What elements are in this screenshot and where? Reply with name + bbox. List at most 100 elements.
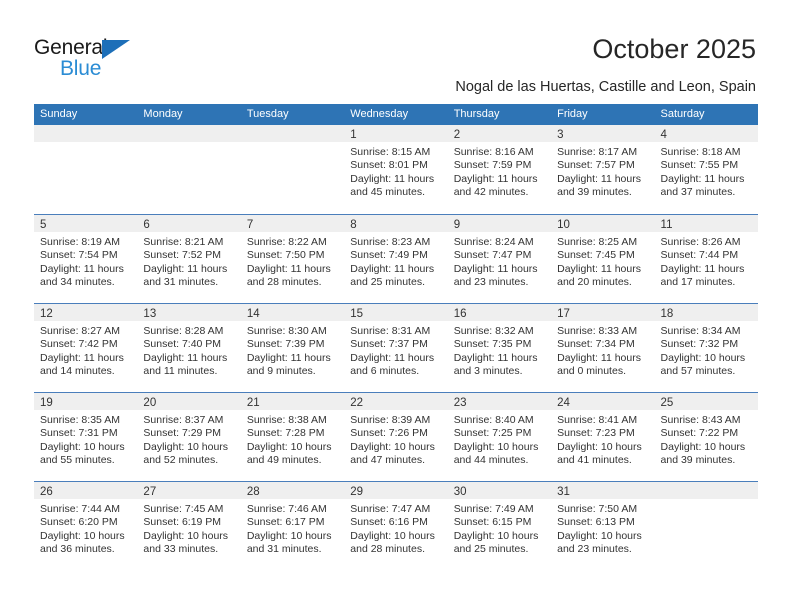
calendar-day-cell[interactable]: 11 Sunrise: 8:26 AM Sunset: 7:44 PM Dayligh… — [654, 215, 758, 303]
day-detail-line: Daylight: 11 hours — [40, 351, 124, 364]
day-number: 30 — [453, 486, 467, 498]
day-number-band: 31 — [551, 482, 655, 499]
day-detail-line: and 20 minutes. — [557, 276, 632, 289]
day-number: 15 — [350, 308, 364, 320]
calendar-day-cell[interactable]: 9 Sunrise: 8:24 AM Sunset: 7:47 PM Daylight… — [447, 215, 552, 303]
day-detail-line: and 28 minutes. — [350, 543, 425, 556]
calendar-day-cell[interactable]: 1 Sunrise: 8:15 AM Sunset: 8:01 PM Daylight… — [344, 125, 448, 214]
day-number: 6 — [143, 219, 150, 231]
day-details — [34, 142, 137, 146]
day-number-band: 3 — [551, 125, 655, 142]
calendar-day-cell[interactable]: 30 Sunrise: 7:49 AM Sunset: 6:15 PM Dayligh… — [447, 482, 552, 570]
day-detail-line: and 41 minutes. — [557, 454, 632, 467]
weekday-header-monday: Monday — [143, 108, 183, 120]
day-detail-line: Daylight: 10 hours — [40, 529, 125, 542]
day-detail-line: Sunrise: 8:22 AM — [246, 236, 327, 248]
day-details: Sunrise: 8:33 AM Sunset: 7:34 PM Daylight:… — [551, 321, 654, 379]
calendar-day-cell[interactable]: 29 Sunrise: 7:47 AM Sunset: 6:16 PM Dayligh… — [344, 482, 448, 570]
day-number: 16 — [453, 308, 467, 320]
day-detail-line: Sunset: 7:55 PM — [660, 159, 739, 172]
calendar-day-cell[interactable]: 15 Sunrise: 8:31 AM Sunset: 7:37 PM Dayligh… — [344, 304, 448, 392]
day-number: 28 — [246, 486, 260, 498]
calendar-day-cell[interactable]: 14 Sunrise: 8:30 AM Sunset: 7:39 PM Dayligh… — [240, 304, 345, 392]
day-detail-line: Sunset: 7:42 PM — [40, 338, 118, 351]
calendar-day-cell-empty — [240, 125, 345, 214]
day-details: Sunrise: 8:28 AM Sunset: 7:40 PM Daylight:… — [137, 321, 240, 379]
day-detail-line: Sunrise: 8:41 AM — [557, 414, 638, 426]
calendar-day-cell[interactable]: 5 Sunrise: 8:19 AM Sunset: 7:54 PM Daylight… — [34, 215, 138, 303]
day-detail-line: and 11 minutes. — [143, 365, 218, 378]
day-detail-line: Sunset: 7:22 PM — [660, 427, 739, 440]
day-detail-line: Daylight: 11 hours — [246, 262, 331, 275]
day-detail-line: and 39 minutes. — [660, 454, 736, 467]
weekday-header-wednesday: Wednesday — [350, 108, 409, 120]
day-number-band: 25 — [654, 393, 758, 410]
calendar-day-cell[interactable]: 17 Sunrise: 8:33 AM Sunset: 7:34 PM Dayligh… — [551, 304, 655, 392]
calendar-day-cell[interactable]: 6 Sunrise: 8:21 AM Sunset: 7:52 PM Daylight… — [137, 215, 241, 303]
day-number-band: 24 — [551, 393, 655, 410]
calendar-day-cell[interactable]: 27 Sunrise: 7:45 AM Sunset: 6:19 PM Dayligh… — [137, 482, 241, 570]
day-number-band: 7 — [240, 215, 345, 232]
day-detail-line: Sunrise: 8:24 AM — [453, 236, 534, 248]
day-detail-line: Sunset: 7:40 PM — [143, 338, 222, 351]
day-number-band: 5 — [34, 215, 138, 232]
calendar-day-cell[interactable]: 23 Sunrise: 8:40 AM Sunset: 7:25 PM Dayligh… — [447, 393, 552, 481]
calendar-day-cell[interactable]: 3 Sunrise: 8:17 AM Sunset: 7:57 PM Daylight… — [551, 125, 655, 214]
weekday-header-sunday: Sunday — [40, 108, 78, 120]
calendar-day-cell[interactable]: 16 Sunrise: 8:32 AM Sunset: 7:35 PM Dayligh… — [447, 304, 552, 392]
day-detail-line: Daylight: 10 hours — [350, 529, 435, 542]
day-details: Sunrise: 8:21 AM Sunset: 7:52 PM Daylight:… — [137, 232, 240, 290]
calendar-day-cell[interactable]: 10 Sunrise: 8:25 AM Sunset: 7:45 PM Dayligh… — [551, 215, 655, 303]
calendar-day-cell[interactable]: 4 Sunrise: 8:18 AM Sunset: 7:55 PM Daylight… — [654, 125, 758, 214]
calendar-day-cell[interactable]: 25 Sunrise: 8:43 AM Sunset: 7:22 PM Dayligh… — [654, 393, 758, 481]
calendar-day-cell[interactable]: 19 Sunrise: 8:35 AM Sunset: 7:31 PM Dayligh… — [34, 393, 138, 481]
calendar-day-cell[interactable]: 18 Sunrise: 8:34 AM Sunset: 7:32 PM Dayligh… — [654, 304, 758, 392]
calendar-page: General Blue October 2025 Nogal de las H… — [0, 0, 792, 612]
calendar-day-cell[interactable]: 21 Sunrise: 8:38 AM Sunset: 7:28 PM Dayligh… — [240, 393, 345, 481]
day-detail-line: Sunrise: 8:19 AM — [40, 236, 120, 248]
calendar-day-cell-empty — [654, 482, 758, 570]
day-number: 2 — [453, 129, 461, 141]
day-detail-line: and 23 minutes. — [453, 276, 529, 289]
calendar-day-cell[interactable]: 7 Sunrise: 8:22 AM Sunset: 7:50 PM Daylight… — [240, 215, 345, 303]
day-detail-line: Daylight: 11 hours — [557, 262, 641, 275]
day-detail-line: and 25 minutes. — [453, 543, 529, 556]
day-detail-line: Sunrise: 8:30 AM — [246, 325, 327, 337]
day-details: Sunrise: 8:31 AM Sunset: 7:37 PM Daylight:… — [344, 321, 447, 379]
calendar-day-cell[interactable]: 22 Sunrise: 8:39 AM Sunset: 7:26 PM Dayligh… — [344, 393, 448, 481]
day-detail-line: Daylight: 10 hours — [350, 440, 435, 453]
day-detail-line: Daylight: 11 hours — [40, 262, 124, 275]
calendar-day-cell[interactable]: 20 Sunrise: 8:37 AM Sunset: 7:29 PM Dayligh… — [137, 393, 241, 481]
day-detail-line: Sunset: 7:28 PM — [246, 427, 325, 440]
day-detail-line: Sunset: 7:39 PM — [246, 338, 325, 351]
day-detail-line: Sunset: 7:57 PM — [557, 159, 635, 172]
day-detail-line: Sunrise: 8:31 AM — [350, 325, 431, 337]
day-detail-line: Sunrise: 8:16 AM — [453, 146, 534, 158]
day-number: 17 — [557, 308, 570, 320]
day-number-band: 23 — [447, 393, 552, 410]
day-detail-line: Daylight: 11 hours — [453, 172, 538, 185]
day-detail-line: and 57 minutes. — [660, 365, 736, 378]
day-number: 7 — [246, 219, 254, 231]
day-details: Sunrise: 7:47 AM Sunset: 6:16 PM Daylight:… — [344, 499, 447, 557]
day-number-band: 22 — [344, 393, 448, 410]
day-detail-line: Daylight: 10 hours — [143, 529, 229, 542]
calendar-day-cell[interactable]: 26 Sunrise: 7:44 AM Sunset: 6:20 PM Dayligh… — [34, 482, 138, 570]
day-detail-line: Sunrise: 8:26 AM — [660, 236, 741, 248]
day-details: Sunrise: 8:24 AM Sunset: 7:47 PM Daylight:… — [448, 232, 551, 290]
day-detail-line: and 9 minutes. — [246, 365, 316, 378]
calendar-day-cell[interactable]: 31 Sunrise: 7:50 AM Sunset: 6:13 PM Dayligh… — [551, 482, 655, 570]
day-detail-line: and 33 minutes. — [143, 543, 219, 556]
day-detail-line: Sunrise: 8:34 AM — [660, 325, 741, 337]
calendar-day-cell[interactable]: 12 Sunrise: 8:27 AM Sunset: 7:42 PM Dayligh… — [34, 304, 138, 392]
calendar-day-cell[interactable]: 13 Sunrise: 8:28 AM Sunset: 7:40 PM Dayligh… — [137, 304, 241, 392]
day-number-band — [240, 125, 345, 142]
calendar-day-cell[interactable]: 28 Sunrise: 7:46 AM Sunset: 6:17 PM Dayligh… — [240, 482, 345, 570]
day-details — [655, 499, 758, 503]
day-number: 18 — [660, 308, 674, 320]
calendar-day-cell[interactable]: 8 Sunrise: 8:23 AM Sunset: 7:49 PM Daylight… — [344, 215, 448, 303]
day-detail-line: Sunset: 7:25 PM — [453, 427, 532, 440]
day-number: 25 — [660, 397, 674, 409]
calendar-day-cell[interactable]: 24 Sunrise: 8:41 AM Sunset: 7:23 PM Dayligh… — [551, 393, 655, 481]
calendar-day-cell[interactable]: 2 Sunrise: 8:16 AM Sunset: 7:59 PM Daylight… — [447, 125, 552, 214]
